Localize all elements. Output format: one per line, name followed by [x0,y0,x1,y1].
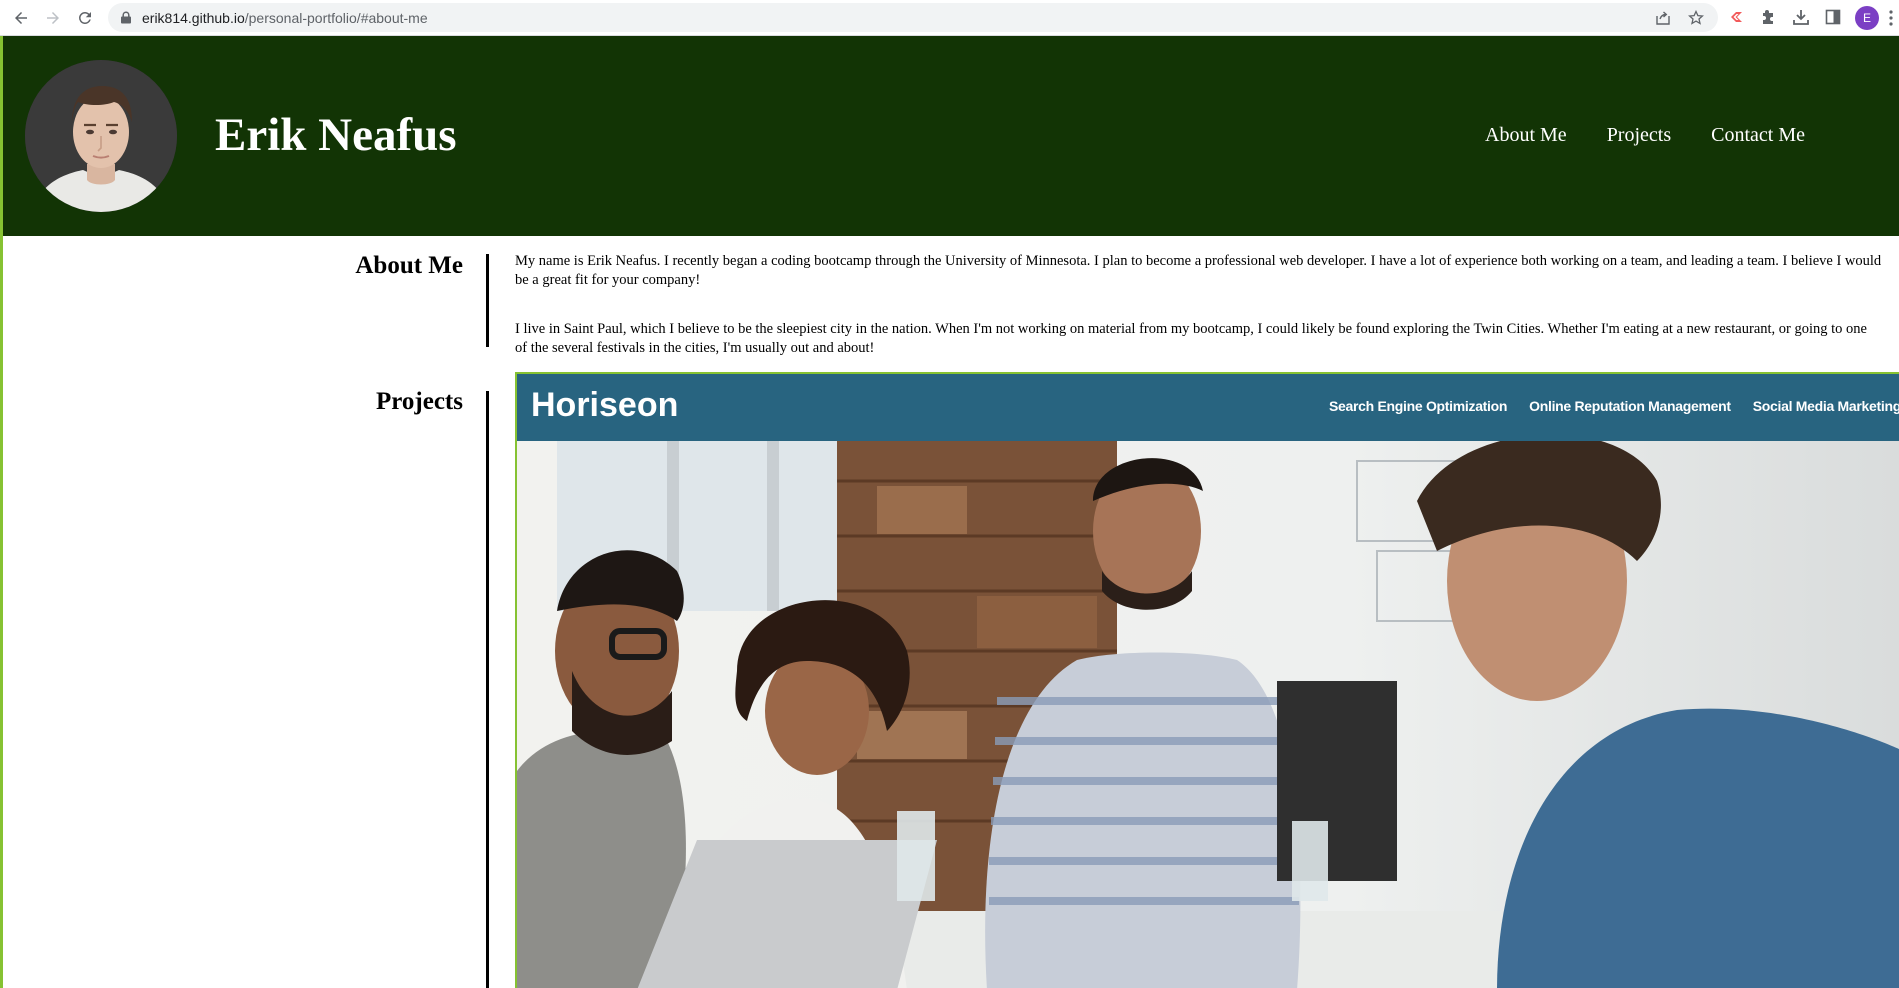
site-title: Erik Neafus [215,109,457,161]
about-divider [486,254,489,347]
project-preview-horiseon[interactable]: Horiseon Search Engine Optimization Onli… [515,372,1899,988]
horiseon-nav-item: Online Reputation Management [1529,398,1731,414]
side-panel-icon[interactable] [1824,8,1842,26]
download-icon[interactable] [1792,8,1810,26]
horiseon-header-bar: Horiseon Search Engine Optimization Onli… [517,374,1899,441]
nav-link-about-me[interactable]: About Me [1485,124,1567,147]
horiseon-nav: Search Engine Optimization Online Reputa… [1329,398,1899,414]
url-text: erik814.github.io/personal-portfolio/#ab… [142,10,428,26]
about-paragraph: My name is Erik Neafus. I recently began… [515,253,1882,288]
horiseon-hero-image [517,441,1899,988]
browser-toolbar: erik814.github.io/personal-portfolio/#ab… [0,0,1899,36]
back-button[interactable] [9,6,33,30]
profile-photo [25,60,177,212]
portrait-illustration [25,60,177,212]
about-me-text: My name is Erik Neafus. I recently began… [515,252,1882,388]
menu-kebab-icon[interactable] [1888,9,1894,27]
site-header: Erik Neafus About Me Projects Contact Me [3,36,1899,236]
arrow-right-icon [47,12,59,24]
forward-button[interactable] [41,6,65,30]
address-bar[interactable]: erik814.github.io/personal-portfolio/#ab… [108,3,1718,32]
horiseon-nav-item: Social Media Marketing [1752,398,1899,414]
horiseon-logo: Horiseon [531,386,679,424]
projects-divider [486,391,489,988]
url-path: /personal-portfolio/#about-me [244,10,428,26]
about-paragraph: I live in Saint Paul, which I believe to… [515,321,1867,356]
url-host: erik814.github.io [142,10,245,26]
extensions-puzzle-icon[interactable] [1760,8,1778,26]
share-icon[interactable] [1655,10,1671,26]
nav-link-contact-me[interactable]: Contact Me [1711,124,1805,147]
arrow-left-icon [15,12,27,24]
lock-icon [121,11,131,24]
reload-button[interactable] [73,6,97,30]
bookmark-star-icon[interactable] [1688,10,1704,26]
main-nav: About Me Projects Contact Me [1485,124,1805,147]
about-me-heading: About Me [355,252,463,279]
projects-heading: Projects [376,388,463,415]
horiseon-nav-item: Search Engine Optimization [1329,398,1508,414]
profile-avatar[interactable]: E [1855,6,1879,30]
reload-icon [79,12,91,24]
nav-link-projects[interactable]: Projects [1607,124,1671,147]
extension-red-icon[interactable] [1728,8,1746,26]
page-viewport: Erik Neafus About Me Projects Contact Me… [0,36,1899,988]
